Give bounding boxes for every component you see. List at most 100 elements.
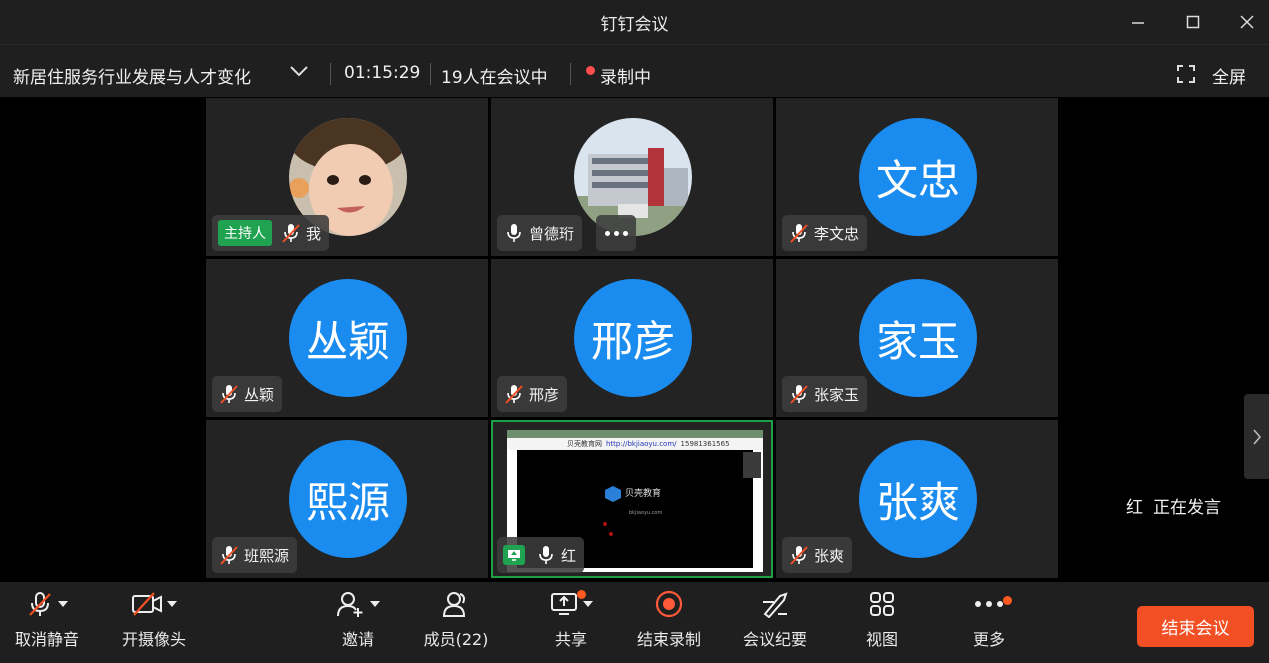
screen-share-icon — [503, 545, 525, 565]
camera-off-icon — [132, 592, 162, 616]
shared-screen-logo: 贝壳教育 — [605, 486, 661, 502]
participant-name: 班熙源 — [244, 546, 290, 565]
participant-name: 丛颖 — [244, 385, 275, 404]
more-dots-icon — [604, 230, 610, 236]
divider — [570, 63, 571, 85]
host-badge: 主持人 — [218, 220, 272, 246]
maximize-button[interactable] — [1179, 8, 1207, 36]
participant-tile[interactable]: 张爽 张爽 — [776, 420, 1058, 578]
participant-label: 李文忠 — [782, 215, 868, 251]
recording-dot-icon — [586, 66, 595, 75]
meeting-name[interactable]: 新居住服务行业发展与人才变化 — [13, 63, 251, 88]
participant-tile[interactable]: 熙源 班熙源 — [206, 420, 488, 578]
divider — [330, 63, 331, 85]
stop-recording-button[interactable]: 结束录制 — [637, 582, 701, 663]
close-button[interactable] — [1233, 8, 1261, 36]
participant-tile[interactable]: 文忠 李文忠 — [776, 98, 1058, 256]
mic-muted-icon — [218, 544, 240, 566]
avatar: 熙源 — [289, 440, 407, 558]
maximize-icon — [1186, 15, 1200, 29]
unmute-button[interactable]: 取消静音 — [14, 582, 80, 663]
mic-muted-icon — [503, 383, 525, 405]
caret-down-icon[interactable] — [370, 601, 380, 607]
shared-screen-toolbar — [507, 430, 763, 438]
chevron-right-icon — [1252, 428, 1261, 445]
participant-name: 曾德珩 — [529, 224, 575, 243]
screen-share-icon — [551, 593, 577, 615]
title-bar: 钉钉会议 — [0, 0, 1269, 44]
mic-icon — [535, 544, 557, 566]
window-title: 钉钉会议 — [600, 15, 669, 35]
stop-recording-icon — [655, 590, 683, 618]
participant-tile[interactable]: 家玉 张家玉 — [776, 259, 1058, 417]
notification-dot — [1003, 596, 1012, 605]
share-button[interactable]: 共享 — [545, 582, 597, 663]
participant-label: 张家玉 — [782, 376, 868, 412]
notification-dot — [577, 590, 586, 599]
more-icon — [975, 601, 1003, 607]
divider — [430, 63, 431, 85]
participant-name: 邢彦 — [529, 385, 560, 404]
camera-button[interactable]: 开摄像头 — [121, 582, 187, 663]
mic-icon — [503, 222, 525, 244]
video-grid: 主持人 我 曾德珩 文忠 李文忠 丛颖 丛颖 邢彦 邢彦 家玉 张家玉 熙源 班… — [0, 97, 1269, 582]
participant-tile[interactable]: 丛颖 丛颖 — [206, 259, 488, 417]
mic-muted-icon — [280, 222, 302, 244]
mic-muted-icon — [218, 383, 240, 405]
participant-name: 张爽 — [814, 546, 845, 565]
bottom-toolbar: 取消静音 开摄像头 邀请 成员(22) 共享 结束录制 会议纪要 视图 更多 结… — [0, 582, 1269, 663]
chevron-down-icon[interactable] — [289, 64, 309, 78]
caret-down-icon[interactable] — [167, 601, 177, 607]
participant-name: 李文忠 — [814, 224, 860, 243]
fullscreen-icon[interactable] — [1177, 65, 1195, 83]
participant-count: 19人在会议中 — [441, 68, 548, 88]
minimize-button[interactable] — [1124, 8, 1152, 36]
avatar: 文忠 — [859, 118, 977, 236]
grid-view-icon — [870, 592, 894, 616]
participant-tile[interactable]: 邢彦 邢彦 — [491, 259, 773, 417]
participant-more-button[interactable] — [596, 215, 636, 251]
participant-name: 张家玉 — [814, 385, 860, 404]
caret-down-icon[interactable] — [583, 601, 593, 607]
participant-label: 红 — [497, 537, 585, 573]
participant-label: 张爽 — [782, 537, 853, 573]
meeting-info-bar: 新居住服务行业发展与人才变化 01:15:29 19人在会议中 录制中 全屏 — [0, 44, 1269, 97]
participant-label: 丛颖 — [212, 376, 283, 412]
invite-button[interactable]: 邀请 — [332, 582, 384, 663]
caret-down-icon[interactable] — [58, 601, 68, 607]
participant-label: 曾德珩 — [497, 215, 583, 251]
shared-screen-side-panel — [743, 452, 761, 478]
end-meeting-button[interactable]: 结束会议 — [1137, 606, 1254, 647]
logo-icon — [605, 486, 621, 502]
minimize-icon — [1132, 22, 1144, 24]
shared-screen-urlbar: 贝壳教育网 http://bkjiaoyu.com/15981361565 — [507, 438, 763, 450]
avatar: 家玉 — [859, 279, 977, 397]
avatar: 邢彦 — [574, 279, 692, 397]
side-panel-toggle[interactable] — [1244, 394, 1269, 479]
avatar: 张爽 — [859, 440, 977, 558]
participant-tile[interactable]: 曾德珩 — [491, 98, 773, 256]
add-user-icon — [337, 592, 363, 617]
mic-muted-icon — [788, 222, 810, 244]
meeting-duration: 01:15:29 — [344, 63, 421, 83]
mic-muted-icon — [29, 592, 51, 616]
participant-name: 我 — [306, 224, 322, 243]
mic-muted-icon — [788, 383, 810, 405]
mic-muted-icon — [788, 544, 810, 566]
more-button[interactable]: 更多 — [969, 582, 1012, 663]
participant-label: 邢彦 — [497, 376, 568, 412]
recording-status: 录制中 — [600, 68, 651, 88]
participant-label: 主持人 我 — [212, 215, 330, 251]
close-icon — [1240, 15, 1254, 29]
meeting-minutes-button[interactable]: 会议纪要 — [743, 582, 807, 663]
view-button[interactable]: 视图 — [862, 582, 902, 663]
screen-share-tile[interactable]: 贝壳教育网 http://bkjiaoyu.com/15981361565 贝壳教… — [491, 420, 773, 578]
minutes-icon — [763, 592, 788, 618]
members-button[interactable]: 成员(22) — [424, 582, 488, 663]
fullscreen-button[interactable]: 全屏 — [1212, 63, 1246, 88]
participant-tile[interactable]: 主持人 我 — [206, 98, 488, 256]
avatar: 丛颖 — [289, 279, 407, 397]
members-icon — [442, 592, 466, 617]
participant-name: 红 — [561, 546, 577, 565]
participant-label: 班熙源 — [212, 537, 298, 573]
